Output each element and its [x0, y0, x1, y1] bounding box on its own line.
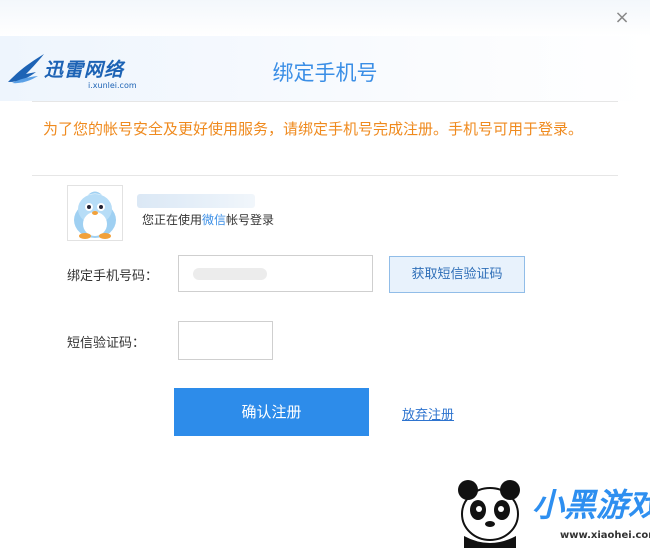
panda-icon — [458, 480, 520, 548]
login-via-text: 您正在使用微信帐号登录 — [142, 211, 274, 228]
login-prefix: 您正在使用 — [142, 213, 203, 227]
watermark-url: www.xiaohei.com — [560, 530, 650, 541]
login-provider: 微信 — [202, 213, 227, 227]
watermark-title: 小黑游戏 — [532, 486, 650, 524]
account-name-masked — [137, 194, 255, 208]
phone-input[interactable] — [178, 255, 373, 292]
login-suffix: 帐号登录 — [226, 213, 275, 227]
sms-code-input[interactable] — [178, 321, 273, 360]
notice-divider — [32, 175, 618, 176]
dialog-title: 绑定手机号 — [272, 61, 378, 85]
header-divider — [32, 101, 618, 102]
phone-label: 绑定手机号码： — [67, 269, 159, 284]
title-bar — [0, 0, 650, 36]
notice-text: 为了您的帐号安全及更好使用服务，请绑定手机号完成注册。手机号可用于登录。 — [43, 120, 584, 138]
xiaohei-watermark: 小黑游戏 www.xiaohei.com — [450, 470, 650, 548]
phone-value-masked — [193, 268, 267, 280]
get-sms-code-button[interactable]: 获取短信验证码 — [389, 256, 525, 293]
bind-phone-dialog: × 迅雷网络 i.xunlei.com 绑定手机号 为了您的帐号安全及更好使用服… — [0, 0, 650, 550]
penguin-avatar-icon — [68, 186, 122, 240]
abandon-register-link[interactable]: 放弃注册 — [402, 404, 454, 423]
avatar — [67, 185, 123, 241]
sms-code-label: 短信验证码： — [67, 336, 146, 351]
confirm-register-button[interactable]: 确认注册 — [174, 388, 369, 436]
close-icon[interactable]: × — [612, 8, 632, 28]
